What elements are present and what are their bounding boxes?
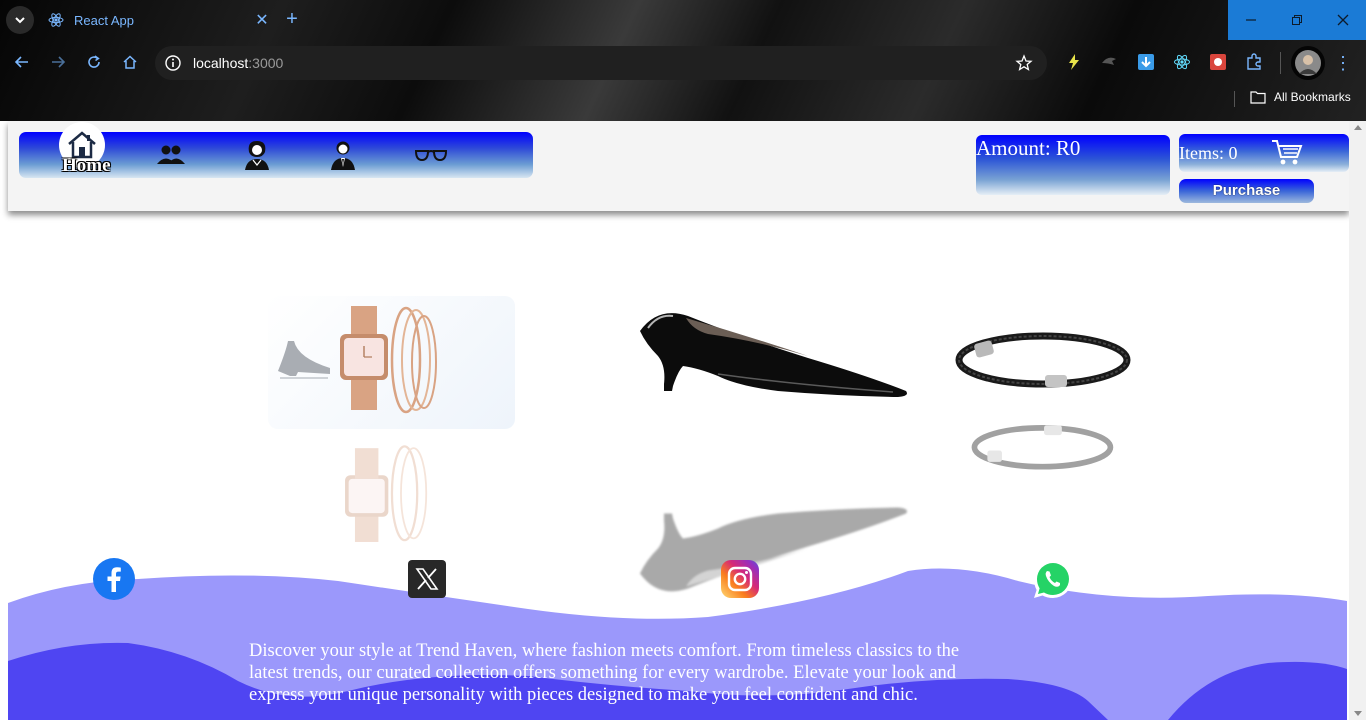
url-port: :3000 bbox=[248, 55, 284, 71]
url-host: localhost bbox=[193, 55, 249, 71]
group-icon bbox=[157, 145, 185, 164]
watch-set-image bbox=[278, 306, 437, 414]
page-scrollbar[interactable] bbox=[1349, 121, 1366, 720]
instagram-icon bbox=[721, 560, 759, 598]
minimize-icon bbox=[1246, 19, 1256, 21]
arrow-right-icon bbox=[52, 56, 66, 68]
whatsapp-link[interactable] bbox=[1031, 557, 1075, 601]
amount-display: Amount: R0 bbox=[976, 135, 1170, 195]
site-info-icon[interactable] bbox=[164, 54, 182, 72]
extension-3[interactable] bbox=[1136, 52, 1156, 72]
back-button[interactable] bbox=[10, 50, 34, 74]
facebook-icon bbox=[93, 558, 135, 600]
bracelet-reflection-image bbox=[971, 425, 1114, 470]
black-pump-image bbox=[640, 313, 907, 397]
purchase-button[interactable]: Purchase bbox=[1179, 179, 1314, 203]
nav-women-button[interactable] bbox=[241, 138, 273, 172]
extension-1[interactable] bbox=[1064, 52, 1084, 72]
nav-accessories-button[interactable] bbox=[413, 138, 449, 172]
navbar: Home bbox=[19, 122, 533, 178]
all-bookmarks-button[interactable]: All Bookmarks bbox=[1250, 90, 1351, 104]
all-bookmarks-label: All Bookmarks bbox=[1274, 90, 1351, 104]
watch-reflection-image bbox=[345, 445, 428, 542]
whatsapp-icon bbox=[1034, 560, 1072, 598]
facebook-link[interactable] bbox=[92, 557, 136, 601]
address-bar[interactable]: localhost:3000 bbox=[155, 46, 1047, 80]
nav-group-button[interactable] bbox=[153, 138, 189, 172]
reload-icon bbox=[88, 55, 100, 68]
bookmarks-divider bbox=[1234, 91, 1235, 107]
product-cable-bracelet[interactable] bbox=[945, 306, 1135, 411]
product-watch-set[interactable] bbox=[268, 296, 515, 429]
toolbar-divider bbox=[1280, 52, 1281, 74]
chevron-down-icon bbox=[15, 17, 25, 24]
tab-search-button[interactable] bbox=[6, 6, 34, 34]
extension-2[interactable] bbox=[1099, 52, 1119, 72]
women-icon bbox=[245, 141, 269, 170]
product-watch-reflection bbox=[268, 431, 515, 551]
react-devtools-icon bbox=[1174, 54, 1190, 70]
new-tab-button[interactable]: + bbox=[282, 8, 302, 31]
cable-bracelet-image bbox=[955, 332, 1131, 388]
scroll-down-icon[interactable] bbox=[1354, 711, 1362, 716]
tab-close-icon[interactable]: ✕ bbox=[252, 10, 272, 30]
site-header: Home Amount: R0 Items: 0 Purchase bbox=[8, 121, 1349, 211]
extensions-menu[interactable] bbox=[1244, 52, 1264, 72]
bird-extension-icon bbox=[1102, 57, 1116, 65]
men-icon bbox=[331, 141, 355, 170]
x-icon bbox=[408, 560, 446, 598]
extension-4[interactable] bbox=[1172, 52, 1192, 72]
browser-menu-icon[interactable]: ⋮ bbox=[1334, 52, 1352, 74]
browser-chrome: React App ✕ + localhost:3000 ⋮ All Bookm… bbox=[0, 0, 1366, 121]
react-icon bbox=[48, 13, 64, 27]
tab-title: React App bbox=[74, 12, 134, 28]
x-link[interactable] bbox=[405, 557, 449, 601]
home-icon bbox=[123, 55, 137, 69]
lightning-extension-icon bbox=[1069, 54, 1079, 70]
cart-icon[interactable] bbox=[1271, 138, 1303, 166]
red-puzzle-extension-icon bbox=[1210, 54, 1226, 70]
arrow-left-icon bbox=[14, 56, 28, 68]
profile-button[interactable] bbox=[1291, 46, 1325, 80]
instagram-link[interactable] bbox=[718, 557, 762, 601]
minimize-button[interactable] bbox=[1228, 0, 1274, 40]
close-window-button[interactable] bbox=[1320, 0, 1366, 40]
amount-label: Amount: R0 bbox=[976, 136, 1081, 160]
avatar bbox=[1295, 50, 1321, 76]
bookmark-star-icon[interactable] bbox=[1015, 54, 1033, 72]
folder-icon bbox=[1250, 91, 1266, 104]
forward-button[interactable] bbox=[46, 50, 70, 74]
items-label: Items: 0 bbox=[1179, 143, 1238, 163]
scroll-up-icon[interactable] bbox=[1354, 125, 1362, 130]
glasses-icon bbox=[415, 150, 447, 162]
nav-men-button[interactable] bbox=[327, 138, 359, 172]
restore-icon bbox=[1292, 15, 1302, 25]
browser-tab[interactable]: React App ✕ bbox=[40, 4, 272, 36]
footer-description: Discover your style at Trend Haven, wher… bbox=[249, 641, 960, 705]
reload-button[interactable] bbox=[82, 50, 106, 74]
restore-button[interactable] bbox=[1274, 0, 1320, 40]
close-icon bbox=[1337, 14, 1349, 26]
nav-home-label[interactable]: Home bbox=[62, 155, 111, 177]
product-bracelet-reflection bbox=[945, 406, 1135, 491]
page-viewport: Home Amount: R0 Items: 0 Purchase Discov… bbox=[0, 121, 1366, 720]
home-button[interactable] bbox=[118, 50, 142, 74]
url-text: localhost:3000 bbox=[193, 55, 283, 71]
cart-display[interactable]: Items: 0 bbox=[1179, 134, 1349, 172]
extension-5[interactable] bbox=[1208, 52, 1228, 72]
product-black-pump[interactable] bbox=[628, 296, 926, 441]
download-extension-icon bbox=[1138, 54, 1154, 70]
puzzle-icon bbox=[1247, 53, 1261, 70]
